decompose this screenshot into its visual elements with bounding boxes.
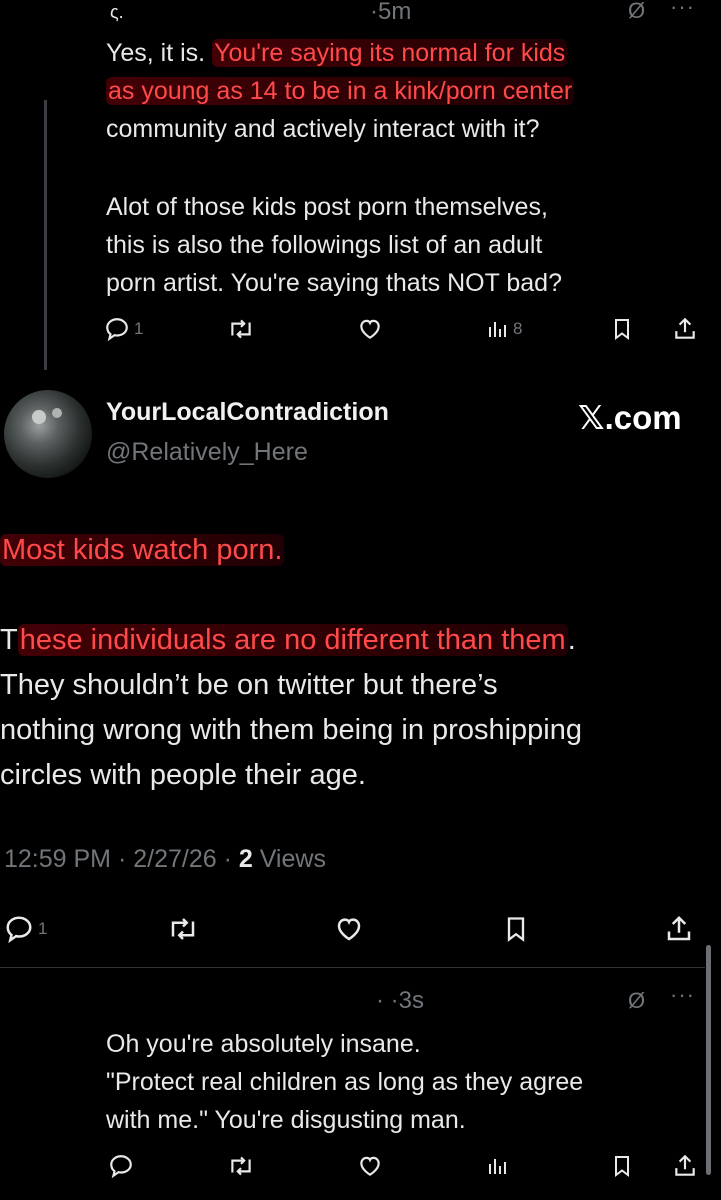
reply-icon xyxy=(6,916,32,944)
reply-icon xyxy=(110,1155,132,1179)
bookmark-button[interactable] xyxy=(502,914,530,944)
repost-button[interactable] xyxy=(227,316,255,342)
reply-button[interactable] xyxy=(108,1153,134,1179)
like-button[interactable] xyxy=(356,1153,384,1179)
reply-text: Oh you're absolutely insane. "Protect re… xyxy=(106,1025,696,1139)
tweet-text-line: They shouldn’t be on twitter but there’s xyxy=(0,669,498,701)
share-button[interactable] xyxy=(672,1153,698,1179)
tweet-text-line: nothing wrong with them being in proship… xyxy=(0,714,582,746)
reply-text-line: community and actively interact with it? xyxy=(106,115,540,143)
grok-icon[interactable]: Ø xyxy=(628,988,645,1014)
heart-icon xyxy=(337,918,361,941)
tweet-metadata[interactable]: 12:59 PM · 2/27/26 · 2 Views xyxy=(4,845,326,874)
repost-button[interactable] xyxy=(166,914,200,944)
share-icon xyxy=(675,1154,695,1176)
reply-text-line: Oh you're absolutely insane. xyxy=(106,1030,421,1058)
heart-icon xyxy=(360,319,380,339)
reply-text-plain: Yes, it is. xyxy=(106,39,213,67)
reply-count: 1 xyxy=(134,319,144,338)
reply-action-bar xyxy=(100,1147,705,1187)
tweet-text-highlight: Most kids watch porn. xyxy=(0,534,285,566)
reply-text-highlight: as young as 14 to be in a kink/porn cent… xyxy=(106,77,575,105)
views-chart-icon xyxy=(489,1159,506,1174)
views-button[interactable]: 8 xyxy=(485,316,522,342)
reply-text: Yes, it is. You're saying its normal for… xyxy=(106,34,696,148)
tweet-text-plain: T xyxy=(0,624,18,656)
tweet-text-highlight: hese individuals are no different than t… xyxy=(17,624,568,656)
repost-button[interactable] xyxy=(227,1153,255,1179)
reply-timestamp[interactable]: ·5m xyxy=(370,0,411,26)
x-watermark: 𝕏.com xyxy=(578,399,682,436)
repost-icon xyxy=(231,1156,251,1176)
views-button[interactable] xyxy=(485,1153,509,1179)
bookmark-button[interactable] xyxy=(610,316,634,342)
tweet-text-line: circles with people their age. xyxy=(0,759,366,791)
heart-icon xyxy=(360,1156,380,1176)
views-count: 2 xyxy=(238,845,253,873)
thread-line xyxy=(44,100,47,370)
avatar-detail xyxy=(52,408,62,418)
repost-icon xyxy=(171,918,195,940)
bookmark-icon xyxy=(615,1156,629,1177)
tweet-text-paragraph: These individuals are no different than … xyxy=(0,618,715,798)
tweet-action-bar: 1 xyxy=(0,908,710,952)
like-button[interactable] xyxy=(356,316,384,342)
views-count: 8 xyxy=(513,319,523,338)
reply-button[interactable]: 1 xyxy=(4,914,47,944)
views-label: Views xyxy=(252,845,326,873)
share-button[interactable] xyxy=(664,914,694,944)
scrollbar[interactable] xyxy=(706,945,711,1175)
tweet-timestamp: 12:59 PM · 2/27/26 · xyxy=(4,845,239,873)
like-button[interactable] xyxy=(332,914,366,944)
reply-icon xyxy=(106,318,128,342)
grok-icon[interactable]: Ø xyxy=(628,0,645,24)
avatar-detail xyxy=(32,410,46,424)
views-chart-icon xyxy=(489,322,506,337)
reply-text-line: Alot of those kids post porn themselves, xyxy=(106,193,548,221)
reply-action-bar: 1 8 xyxy=(100,310,705,350)
author-display-name[interactable]: YourLocalContradiction xyxy=(106,398,389,427)
share-button[interactable] xyxy=(672,316,698,342)
reply-author-name[interactable]: ς. xyxy=(110,2,150,22)
tweet-text-plain: . xyxy=(567,624,576,656)
reply-text-line: "Protect real children as long as they a… xyxy=(106,1068,584,1096)
reply-count: 1 xyxy=(38,919,48,938)
divider xyxy=(0,967,705,968)
reply-text-paragraph: Alot of those kids post porn themselves,… xyxy=(106,188,696,302)
more-options-icon[interactable]: ··· xyxy=(670,0,695,20)
reply-text-line: this is also the followings list of an a… xyxy=(106,231,543,259)
bookmark-button[interactable] xyxy=(610,1153,634,1179)
reply-timestamp[interactable]: · ·3s xyxy=(376,987,424,1015)
more-options-icon[interactable]: ··· xyxy=(670,982,695,1008)
reply-button[interactable]: 1 xyxy=(104,316,143,342)
avatar[interactable] xyxy=(4,390,92,478)
tweet-text-paragraph: Most kids watch porn. xyxy=(0,528,715,573)
share-icon xyxy=(675,317,695,339)
author-handle[interactable]: @Relatively_Here xyxy=(106,438,308,467)
reply-text-line: with me." You're disgusting man. xyxy=(106,1106,466,1134)
reply-text-highlight: You're saying its normal for kids xyxy=(212,39,568,67)
reply-text-line: porn artist. You're saying thats NOT bad… xyxy=(106,269,562,297)
bookmark-icon xyxy=(507,917,525,942)
bookmark-icon xyxy=(615,319,629,340)
repost-icon xyxy=(231,319,251,339)
share-icon xyxy=(667,915,691,941)
